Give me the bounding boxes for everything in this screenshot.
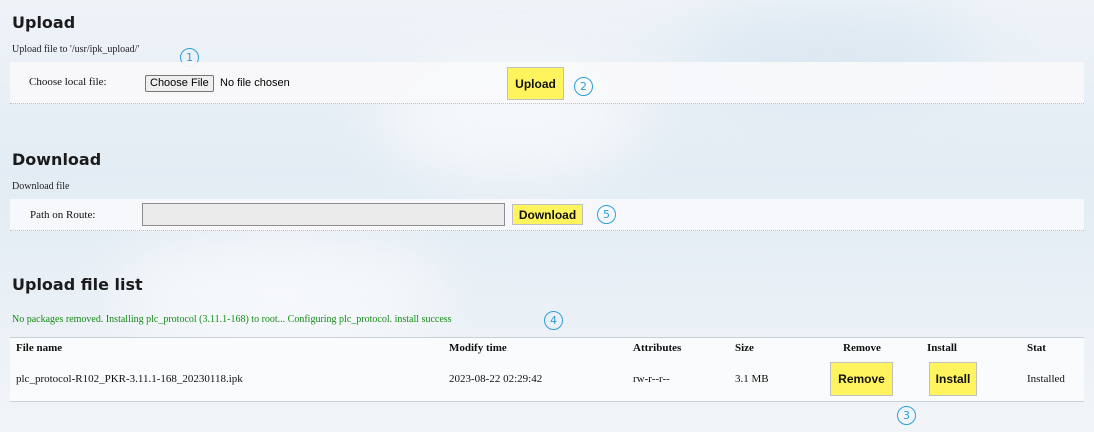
cell-stat: Installed (1027, 373, 1065, 385)
install-status-message: No packages removed. Installing plc_prot… (12, 314, 452, 325)
col-header-size: Size (735, 342, 754, 354)
table-divider (10, 401, 1084, 402)
cell-attributes: rw-r--r-- (633, 373, 670, 385)
callout-4: 4 (544, 311, 563, 330)
path-label: Path on Route: (30, 209, 96, 221)
col-header-modify-time: Modify time (449, 342, 507, 354)
upload-subtitle: Upload file to '/usr/ipk_upload/' (12, 44, 140, 55)
col-header-attributes: Attributes (633, 342, 682, 354)
upload-button[interactable]: Upload (507, 67, 564, 100)
background-glow (120, 240, 440, 350)
file-table (10, 338, 1084, 402)
path-input[interactable] (142, 203, 505, 226)
download-heading: Download (12, 150, 102, 169)
remove-button[interactable]: Remove (830, 362, 893, 396)
col-header-stat: Stat (1027, 342, 1046, 354)
cell-file-name: plc_protocol-R102_PKR-3.11.1-168_2023011… (16, 373, 243, 385)
col-header-remove: Remove (843, 342, 881, 354)
col-header-file-name: File name (16, 342, 63, 354)
local-file-label: Choose local file: (29, 76, 107, 88)
callout-3: 3 (897, 406, 916, 425)
col-header-install: Install (927, 342, 957, 354)
download-subtitle: Download file (12, 181, 70, 192)
upload-heading: Upload (12, 13, 76, 32)
cell-modify-time: 2023-08-22 02:29:42 (449, 373, 543, 385)
callout-2: 2 (574, 77, 593, 96)
callout-5: 5 (597, 205, 616, 224)
download-button[interactable]: Download (512, 204, 583, 225)
no-file-text: No file chosen (220, 77, 290, 89)
cell-size: 3.1 MB (735, 373, 769, 385)
choose-file-button[interactable]: Choose File (145, 75, 214, 92)
install-button[interactable]: Install (929, 362, 977, 396)
table-divider (10, 337, 1084, 338)
file-list-heading: Upload file list (12, 275, 143, 294)
